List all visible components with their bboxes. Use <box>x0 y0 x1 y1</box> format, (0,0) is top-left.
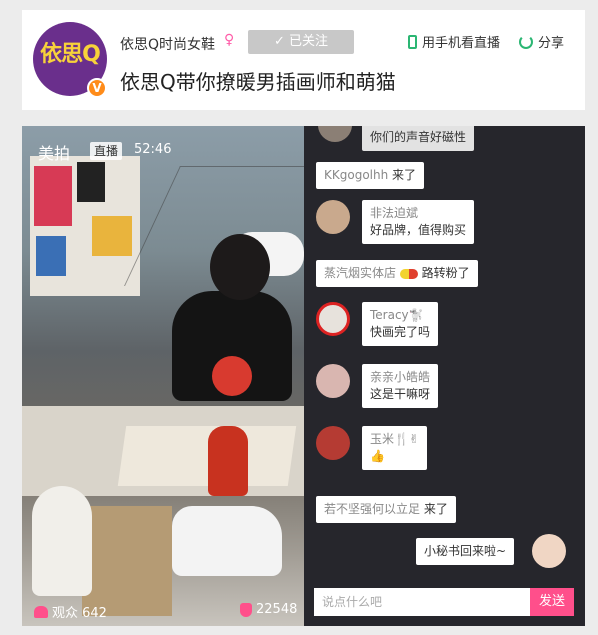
watch-on-phone-label: 用手机看直播 <box>422 36 501 51</box>
live-title: 依思Q带你撩暖男插画师和萌猫 <box>120 70 396 94</box>
share-label: 分享 <box>538 36 565 51</box>
chat-input[interactable] <box>314 588 530 616</box>
chat-panel: 你们的声音好磁性 KKgogolhh 来了 非法迫斌 好品牌，值得购买 蒸汽烟实… <box>304 126 585 626</box>
chat-text: 来了 <box>423 502 448 516</box>
chat-message: 蒸汽烟实体店 路转粉了 <box>316 260 478 287</box>
female-icon: ♀ <box>224 32 235 48</box>
chat-message: KKgogolhh 来了 <box>316 162 425 189</box>
avatar-logo-text: 依思Q <box>40 42 101 67</box>
chat-message: 非法迫斌 好品牌，值得购买 <box>362 200 475 244</box>
chat-text: 小秘书回来啦~ <box>424 544 507 558</box>
like-count-value: 22548 <box>256 602 298 617</box>
chat-message: 小秘书回来啦~ <box>416 538 515 565</box>
chat-message: 若不坚强何以立足 来了 <box>316 496 456 523</box>
chat-text: 好品牌，值得购买 <box>370 223 467 237</box>
chat-message: 亲亲小皓皓 这是干嘛呀 <box>362 364 439 408</box>
viewer-count-label: 观众 642 <box>52 606 107 621</box>
live-badge: 直播 <box>90 142 123 160</box>
poster-art <box>92 216 132 256</box>
chat-text: 路转粉了 <box>421 266 470 280</box>
video-brand: 美拍 <box>38 144 71 163</box>
chat-avatar[interactable] <box>532 534 566 568</box>
elapsed-time: 52:46 <box>134 142 172 157</box>
bearbrick-figure <box>208 426 248 496</box>
viewer-icon <box>34 605 48 618</box>
live-video-player[interactable]: 美拍 直播 52:46 观众 642 22548 <box>22 126 304 626</box>
chat-input-bar: 发送 <box>314 588 574 616</box>
share-icon <box>519 34 533 49</box>
like-icon <box>240 602 252 617</box>
books <box>82 506 172 616</box>
chat-text: 快画完了吗 <box>370 325 431 339</box>
poster-art <box>36 236 66 276</box>
chat-avatar[interactable] <box>318 126 352 142</box>
share-link[interactable]: 分享 <box>519 32 564 51</box>
chat-username[interactable]: 亲亲小皓皓 <box>370 369 430 386</box>
channel-name[interactable]: 依思Q时尚女鞋 <box>120 34 215 54</box>
pill-emoji-icon <box>399 268 418 279</box>
chat-username[interactable]: 非法迫斌 <box>370 205 466 222</box>
chat-username[interactable]: 玉米🍴✌ <box>370 431 419 448</box>
plaster-bust <box>32 486 92 596</box>
white-sneaker <box>172 506 282 576</box>
chat-username[interactable]: KKgogolhh <box>324 168 388 182</box>
chat-avatar[interactable] <box>316 364 350 398</box>
poster-art <box>77 162 105 202</box>
chat-message: 你们的声音好磁性 <box>362 126 475 151</box>
chat-text: 这是干嘛呀 <box>370 387 431 401</box>
painted-shoe <box>212 356 252 396</box>
chat-avatar[interactable] <box>316 302 350 336</box>
like-count[interactable]: 22548 <box>240 602 297 617</box>
channel-header: 依思Q V 依思Q时尚女鞋 ♀ ✓ 已关注 用手机看直播 分享 依思Q带你撩暖男… <box>22 10 585 110</box>
artist-head <box>210 234 270 300</box>
send-button[interactable]: 发送 <box>530 588 574 616</box>
chat-message: Teracy🐩 快画完了吗 <box>362 302 439 346</box>
chat-text: 你们的声音好磁性 <box>370 130 467 144</box>
chat-text: 👍 <box>370 449 385 463</box>
chat-message: 玉米🍴✌ 👍 <box>362 426 427 470</box>
chat-text: 来了 <box>392 168 417 182</box>
follow-button[interactable]: ✓ 已关注 <box>248 30 354 54</box>
chat-username[interactable]: 蒸汽烟实体店 <box>324 266 396 280</box>
phone-icon <box>408 34 417 49</box>
poster-art <box>34 166 72 226</box>
drawing-board <box>117 426 297 486</box>
chat-username[interactable]: Teracy🐩 <box>370 307 430 324</box>
watch-on-phone-link[interactable]: 用手机看直播 <box>408 32 500 51</box>
chat-username[interactable]: 若不坚强何以立足 <box>324 502 420 516</box>
chat-avatar[interactable] <box>316 426 350 460</box>
verified-badge: V <box>87 78 107 98</box>
chat-avatar[interactable] <box>316 200 350 234</box>
viewer-count: 观众 642 <box>34 602 107 621</box>
